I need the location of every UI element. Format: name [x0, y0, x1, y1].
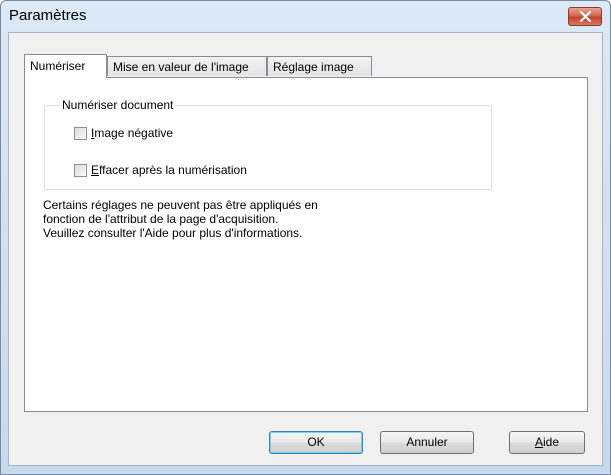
window-title: Paramètres	[9, 7, 87, 24]
settings-dialog: Paramètres Numériser Mise en valeur de l…	[0, 0, 611, 475]
close-button[interactable]	[568, 7, 602, 26]
negative-image-label: Image négative	[91, 126, 174, 140]
tab-panel-numeriser: Numériser document Image négative Efface…	[24, 77, 588, 412]
tab-numeriser[interactable]: Numériser	[24, 54, 107, 78]
erase-after-scan-checkbox[interactable]	[74, 163, 87, 177]
cancel-button[interactable]: Annuler	[380, 431, 474, 454]
erase-after-scan-option[interactable]: Effacer après la numérisation	[74, 162, 247, 178]
group-legend: Numériser document	[59, 98, 177, 112]
tab-label: Réglage image	[273, 60, 354, 74]
scan-document-group: Numériser document Image négative Efface…	[44, 98, 492, 190]
close-icon	[580, 11, 591, 22]
negative-image-checkbox[interactable]	[74, 126, 87, 140]
info-note: Certains réglages ne peuvent pas être ap…	[43, 198, 463, 240]
help-button[interactable]: Aide	[509, 431, 585, 454]
tab-label: Mise en valeur de l'image	[113, 60, 249, 74]
note-line: Veuillez consulter l'Aide pour plus d'in…	[43, 226, 303, 240]
dialog-client-area: Numériser Mise en valeur de l'image Régl…	[8, 32, 603, 466]
negative-image-option[interactable]: Image négative	[74, 125, 173, 141]
note-line: fonction de l'attribut de la page d'acqu…	[43, 212, 279, 226]
ok-button[interactable]: OK	[269, 431, 363, 454]
erase-after-scan-label: Effacer après la numérisation	[91, 163, 247, 177]
note-line: Certains réglages ne peuvent pas être ap…	[43, 198, 318, 212]
tab-mise-en-valeur[interactable]: Mise en valeur de l'image	[107, 56, 267, 76]
tab-reglage-image[interactable]: Réglage image	[267, 56, 372, 76]
title-bar[interactable]: Paramètres	[1, 1, 610, 31]
tab-label: Numériser	[30, 59, 86, 73]
